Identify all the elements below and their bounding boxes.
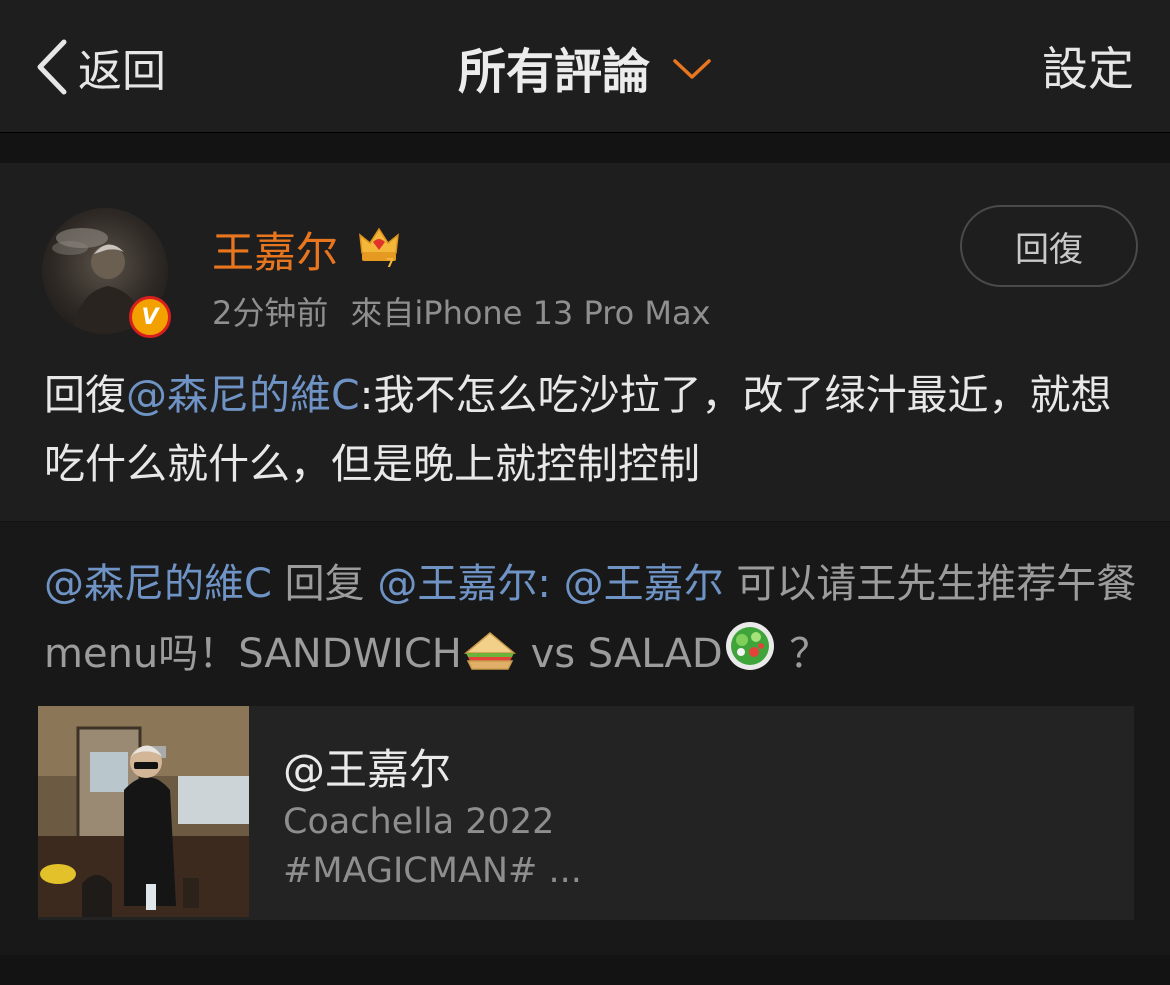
comment-item: V 王嘉尔 7 2分钟前 來自iPhone 13 Pro Max 回復 回復@森尼… — [0, 163, 1170, 521]
settings-button[interactable]: 設定 — [1042, 36, 1134, 102]
comment-source: 來自iPhone 13 Pro Max — [350, 294, 711, 332]
post-thumbnail-image — [38, 706, 249, 917]
quoted-comment: @森尼的維C 回复 @王嘉尔: @王嘉尔 可以请王先生推荐午餐menu吗！SAN… — [0, 522, 1170, 955]
reply-button[interactable]: 回復 — [960, 205, 1138, 287]
filter-dropdown[interactable]: 所有評論 — [0, 36, 1170, 100]
card-hashtag: #MAGICMAN# ... — [283, 851, 582, 891]
quoted-text-part3: ？ — [789, 631, 830, 677]
colon: : — [537, 561, 551, 607]
top-nav-bar: 返回 所有評論 設定 — [0, 0, 1170, 133]
card-title: @王嘉尔 — [283, 745, 452, 794]
salad-emoji-icon — [725, 622, 774, 670]
quoted-author-link[interactable]: @森尼的維C — [44, 561, 272, 607]
comment-username[interactable]: 王嘉尔 — [212, 219, 338, 280]
page-title: 所有評論 — [457, 44, 650, 100]
comment-time: 2分钟前 — [212, 294, 329, 332]
quoted-mention-link[interactable]: @王嘉尔 — [564, 561, 724, 607]
quoted-text: @森尼的維C 回复 @王嘉尔: @王嘉尔 可以请王先生推荐午餐menu吗！SAN… — [44, 550, 1144, 689]
chevron-down-icon — [673, 59, 711, 79]
quoted-text-part2: vs SALAD — [530, 631, 723, 677]
card-subtitle: Coachella 2022 — [283, 802, 555, 842]
crown-icon: 7 — [359, 227, 399, 269]
reply-prefix: 回復 — [44, 371, 126, 419]
quoted-target-link[interactable]: @王嘉尔 — [377, 561, 537, 607]
mention-link[interactable]: @森尼的維C — [126, 371, 360, 419]
post-thumbnail — [38, 706, 249, 917]
comment-meta: 2分钟前 來自iPhone 13 Pro Max — [212, 288, 711, 334]
comment-text: 回復@森尼的維C:我不怎么吃沙拉了，改了绿汁最近，就想吃什么就什么，但是晚上就控… — [44, 361, 1134, 499]
sandwich-emoji-icon — [463, 632, 516, 670]
svg-text:7: 7 — [386, 256, 394, 269]
verified-badge-icon: V — [129, 296, 171, 338]
reply-word: 回复 — [284, 561, 365, 607]
linked-post-card[interactable]: @王嘉尔 Coachella 2022 #MAGICMAN# ... — [38, 706, 1134, 920]
